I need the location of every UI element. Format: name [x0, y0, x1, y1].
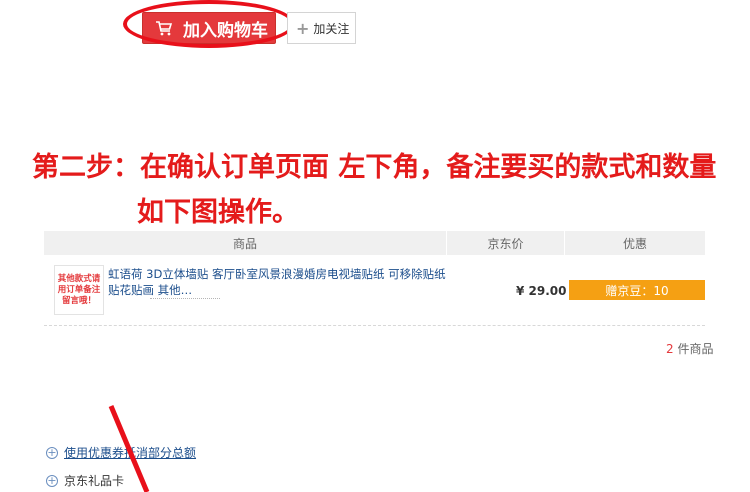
product-price: ¥ 29.00 — [516, 284, 567, 298]
promo-badge: 赠京豆：10 — [569, 280, 705, 300]
row-separator — [44, 325, 705, 326]
header-product: 商品 — [44, 231, 447, 255]
item-count: 2 件商品 — [666, 340, 713, 357]
product-thumbnail[interactable]: 其他款式请用订单备注留言哦！ — [54, 265, 104, 315]
expand-circle-icon: + — [46, 473, 58, 487]
header-price: 京东价 — [447, 231, 565, 255]
dotted-divider — [150, 298, 220, 299]
product-name-line-2: 贴花贴画 其他… — [108, 283, 193, 297]
expand-circle-icon: + — [46, 445, 58, 459]
coupon-label: 使用优惠券抵消部分总额 — [64, 446, 197, 460]
giftcard-option[interactable]: + 京东礼品卡 — [46, 472, 124, 489]
thumbnail-text: 其他款式请用订单备注留言哦！ — [57, 273, 101, 306]
coupon-option[interactable]: + 使用优惠券抵消部分总额 — [46, 444, 196, 461]
plus-icon: + — [296, 18, 310, 38]
giftcard-label: 京东礼品卡 — [64, 474, 125, 488]
cart-icon — [156, 21, 173, 36]
follow-button[interactable]: + 加关注 — [287, 12, 356, 44]
product-name-link[interactable]: 虹语荷 3D立体墙贴 客厅卧室风景浪漫婚房电视墙贴纸 可移除贴纸 贴花贴画 其他… — [108, 266, 468, 298]
instruction-line-1: 第二步：在确认订单页面 左下角，备注要买的款式和数量 — [32, 152, 717, 183]
add-to-cart-label: 加入购物车 — [183, 20, 268, 41]
item-count-number: 2 — [666, 342, 674, 356]
header-promo: 优惠 — [622, 236, 647, 251]
follow-label: 加关注 — [313, 21, 350, 36]
order-table-header: 商品 京东价 优惠 — [44, 231, 705, 255]
instruction-line-2: 如下图操作。 — [137, 197, 299, 228]
product-name-line-1: 虹语荷 3D立体墙贴 客厅卧室风景浪漫婚房电视墙贴纸 可移除贴纸 — [108, 267, 446, 281]
add-to-cart-button[interactable]: 加入购物车 — [142, 12, 276, 44]
item-count-label: 件商品 — [677, 342, 714, 356]
